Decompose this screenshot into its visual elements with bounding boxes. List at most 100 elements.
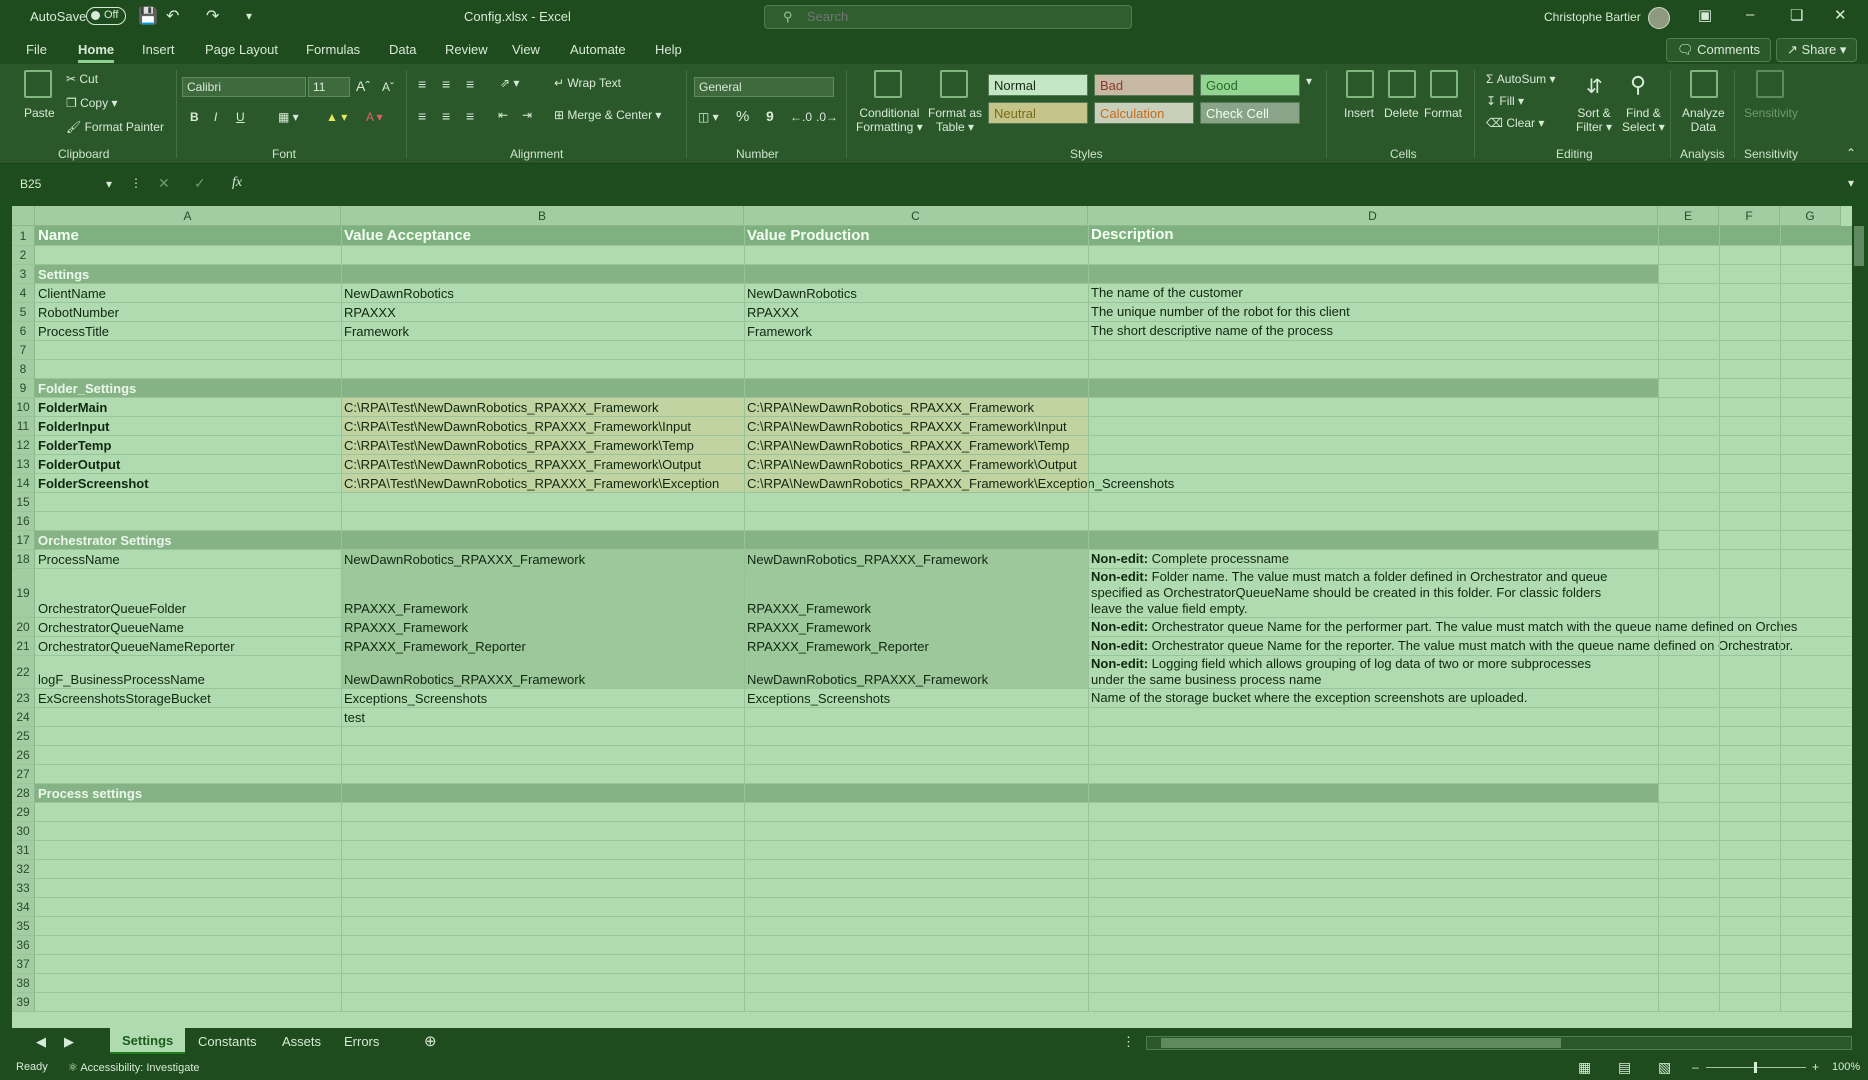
column-header-d[interactable]: D: [1088, 206, 1658, 226]
cell-c37[interactable]: [744, 955, 1088, 973]
cell-a28[interactable]: Process settings: [35, 784, 341, 802]
autosave-toggle[interactable]: Off: [86, 7, 126, 25]
cell-b3[interactable]: [341, 265, 744, 283]
font-size-select[interactable]: 11: [308, 77, 350, 97]
tab-data[interactable]: Data: [389, 42, 416, 57]
scroll-thumb[interactable]: [1854, 226, 1864, 266]
cell-c2[interactable]: [744, 246, 1088, 264]
cell-c24[interactable]: [744, 708, 1088, 726]
cell-a22[interactable]: logF_BusinessProcessName: [35, 656, 341, 688]
cell-a31[interactable]: [35, 841, 341, 859]
cell-b17[interactable]: [341, 531, 744, 549]
cell-b11[interactable]: C:\RPA\Test\NewDawnRobotics_RPAXXX_Frame…: [341, 417, 744, 435]
cell-b34[interactable]: [341, 898, 744, 916]
analyze-data-icon[interactable]: [1690, 70, 1718, 98]
row-header[interactable]: 5: [12, 303, 35, 322]
cell-a24[interactable]: [35, 708, 341, 726]
share-button[interactable]: ↗ Share ▾: [1776, 38, 1858, 62]
cell-d21[interactable]: Non-edit: Orchestrator queue Name for th…: [1088, 637, 1854, 655]
row-header[interactable]: 31: [12, 841, 35, 860]
sheet-tab-settings[interactable]: Settings: [110, 1028, 186, 1054]
cell-a26[interactable]: [35, 746, 341, 764]
row-header[interactable]: 34: [12, 898, 35, 917]
format-as-table-icon[interactable]: [940, 70, 968, 98]
column-header-f[interactable]: F: [1719, 206, 1780, 226]
cell-b35[interactable]: [341, 917, 744, 935]
cell-c18[interactable]: NewDawnRobotics_RPAXXX_Framework: [744, 550, 1088, 568]
row-header[interactable]: 12: [12, 436, 35, 455]
row-header[interactable]: 29: [12, 803, 35, 822]
cell-c1[interactable]: Value Production: [744, 226, 1088, 245]
tab-options-icon[interactable]: ⋮: [1122, 1034, 1135, 1050]
cell-b4[interactable]: NewDawnRobotics: [341, 284, 744, 302]
cell-d10[interactable]: [1088, 398, 1854, 416]
cell-c33[interactable]: [744, 879, 1088, 897]
cell-c5[interactable]: RPAXXX: [744, 303, 1088, 321]
cell-c35[interactable]: [744, 917, 1088, 935]
row-header[interactable]: 39: [12, 993, 35, 1012]
bold-button[interactable]: B: [190, 110, 199, 124]
cell-d30[interactable]: [1088, 822, 1854, 840]
more-options-icon[interactable]: ⋮: [130, 176, 142, 190]
cell-a3[interactable]: Settings: [35, 265, 341, 283]
align-right-icon[interactable]: ≡: [466, 108, 474, 124]
styles-more-icon[interactable]: ▾: [1306, 74, 1312, 88]
row-header[interactable]: 1: [12, 226, 35, 246]
row-header[interactable]: 38: [12, 974, 35, 993]
cell-c23[interactable]: Exceptions_Screenshots: [744, 689, 1088, 707]
row-header[interactable]: 23: [12, 689, 35, 708]
tab-review[interactable]: Review: [445, 42, 488, 57]
cell-d34[interactable]: [1088, 898, 1854, 916]
cell-d6[interactable]: The short descriptive name of the proces…: [1088, 322, 1854, 340]
collapse-ribbon-icon[interactable]: ⌃: [1846, 146, 1856, 160]
cell-a27[interactable]: [35, 765, 341, 783]
tab-help[interactable]: Help: [655, 42, 682, 57]
cell-c31[interactable]: [744, 841, 1088, 859]
format-painter-button[interactable]: 🖌 Format Painter: [66, 120, 164, 134]
cell-d36[interactable]: [1088, 936, 1854, 954]
cell-d16[interactable]: [1088, 512, 1854, 530]
worksheet-grid[interactable]: A B C D E F G 1 Name Value Acceptance Value…: [12, 206, 1854, 1028]
cell-c21[interactable]: RPAXXX_Framework_Reporter: [744, 637, 1088, 655]
cell-a35[interactable]: [35, 917, 341, 935]
wrap-text-button[interactable]: ↵ Wrap Text: [554, 76, 621, 90]
cell-d27[interactable]: [1088, 765, 1854, 783]
cell-b9[interactable]: [341, 379, 744, 397]
row-header[interactable]: 4: [12, 284, 35, 303]
cell-c38[interactable]: [744, 974, 1088, 992]
cell-b7[interactable]: [341, 341, 744, 359]
percent-button[interactable]: %: [736, 108, 749, 125]
cell-d4[interactable]: The name of the customer: [1088, 284, 1854, 302]
row-header[interactable]: 8: [12, 360, 35, 379]
cell-a1[interactable]: Name: [35, 226, 341, 245]
fill-button[interactable]: ↧ Fill ▾: [1486, 94, 1524, 108]
add-sheet-icon[interactable]: ⊕: [424, 1032, 437, 1050]
row-header[interactable]: 15: [12, 493, 35, 512]
tab-insert[interactable]: Insert: [142, 42, 175, 57]
cell-d19[interactable]: Non-edit: Folder name. The value must ma…: [1088, 569, 1854, 617]
row-header[interactable]: 11: [12, 417, 35, 436]
cell-b39[interactable]: [341, 993, 744, 1011]
cell-d14[interactable]: [1088, 474, 1854, 492]
cell-a36[interactable]: [35, 936, 341, 954]
cell-a19[interactable]: OrchestratorQueueFolder: [35, 569, 341, 617]
normal-view-icon[interactable]: ▦: [1578, 1059, 1591, 1076]
style-bad[interactable]: Bad: [1094, 74, 1194, 96]
ribbon-display-icon[interactable]: ▣: [1698, 6, 1712, 24]
row-header[interactable]: 7: [12, 341, 35, 360]
delete-cells-button[interactable]: Delete: [1384, 106, 1419, 120]
cut-button[interactable]: ✂ Cut: [66, 72, 98, 86]
cell-c10[interactable]: C:\RPA\NewDawnRobotics_RPAXXX_Framework: [744, 398, 1088, 416]
cell-b1[interactable]: Value Acceptance: [341, 226, 744, 245]
cell-c12[interactable]: C:\RPA\NewDawnRobotics_RPAXXX_Framework\…: [744, 436, 1088, 454]
clear-button[interactable]: ⌫ Clear ▾: [1486, 116, 1544, 130]
insert-cells-button[interactable]: Insert: [1344, 106, 1374, 120]
redo-icon[interactable]: ↷: [206, 6, 219, 26]
cell-b10[interactable]: C:\RPA\Test\NewDawnRobotics_RPAXXX_Frame…: [341, 398, 744, 416]
increase-indent-icon[interactable]: ⇥: [522, 108, 532, 122]
row-header[interactable]: 37: [12, 955, 35, 974]
cell-b18[interactable]: NewDawnRobotics_RPAXXX_Framework: [341, 550, 744, 568]
cell-a17[interactable]: Orchestrator Settings: [35, 531, 341, 549]
cell-a34[interactable]: [35, 898, 341, 916]
cell-b16[interactable]: [341, 512, 744, 530]
